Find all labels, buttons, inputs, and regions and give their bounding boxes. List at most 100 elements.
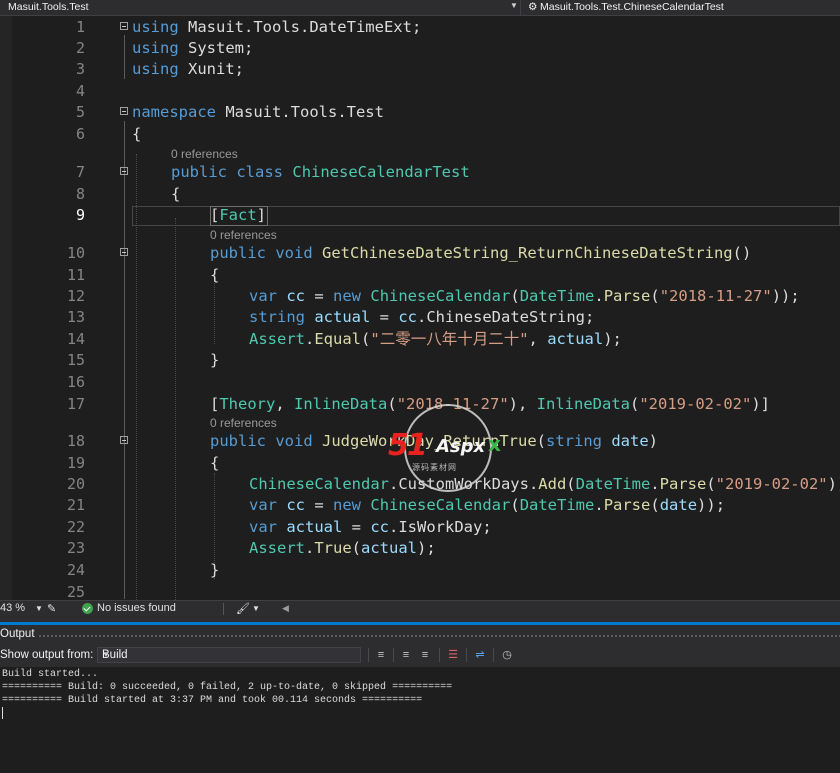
line-number: 22 xyxy=(66,518,85,536)
brush-icon[interactable]: ✎ xyxy=(47,602,56,615)
code-line: 4 xyxy=(12,81,840,102)
clock-icon[interactable]: ◷ xyxy=(500,648,514,662)
line-number: 14 xyxy=(66,330,85,348)
line-number: 6 xyxy=(75,125,85,143)
separator xyxy=(466,648,467,662)
code-text: { xyxy=(210,454,220,472)
line-number: 16 xyxy=(66,373,85,391)
line-number: 17 xyxy=(66,395,85,413)
output-title: Output xyxy=(0,628,35,640)
codelens-references[interactable]: 0 references xyxy=(171,146,238,162)
word-wrap-icon[interactable]: ⇌ xyxy=(473,648,487,662)
collapse-icon[interactable] xyxy=(120,107,128,115)
issues-status[interactable]: No issues found xyxy=(97,602,176,614)
code-line: 21 var cc = new ChineseCalendar(DateTime… xyxy=(12,495,840,516)
code-text: { xyxy=(171,185,181,203)
code-line: 23 Assert.True(actual); xyxy=(12,538,840,559)
code-text: var cc = new ChineseCalendar(DateTime.Pa… xyxy=(249,496,726,514)
code-text: string actual = cc.ChineseDateString; xyxy=(249,308,595,326)
code-line: 25 xyxy=(12,582,840,600)
watermark-logo: 51 Aspx x 源码素材网 xyxy=(388,404,510,496)
code-editor[interactable]: 1 using Masuit.Tools.DateTimeExt; 2 usin… xyxy=(12,16,840,600)
output-text-area[interactable]: Build started... ========== Build: 0 suc… xyxy=(0,667,840,773)
output-source-select[interactable]: Build ▼ xyxy=(97,647,361,663)
codelens-references[interactable]: 0 references xyxy=(210,415,277,431)
line-number: 19 xyxy=(66,454,85,472)
code-line: 15 } xyxy=(12,350,840,371)
editor-status-bar: 43 % ▼ ✎ No issues found 🖌 ▼ ◀ xyxy=(0,600,840,617)
previous-message-icon[interactable]: ≡ xyxy=(399,648,413,662)
output-line: ========== Build: 0 succeeded, 0 failed,… xyxy=(2,682,453,693)
zoom-level[interactable]: 43 % xyxy=(0,602,25,614)
line-number: 9 xyxy=(75,206,85,224)
check-circle-icon xyxy=(82,603,93,614)
code-line: 14 Assert.Equal("二零一八年十月二十", actual); xyxy=(12,329,840,350)
text-caret xyxy=(2,707,3,719)
code-line: 8 { xyxy=(12,184,840,205)
code-line: 16 xyxy=(12,372,840,393)
output-line: ========== Build started at 3:37 PM and … xyxy=(2,695,423,706)
find-message-icon[interactable]: ≡ xyxy=(374,648,388,662)
code-text: using Xunit; xyxy=(132,60,244,78)
collapse-icon[interactable] xyxy=(120,22,128,30)
chevron-down-icon[interactable]: ▼ xyxy=(252,604,260,613)
panel-splitter[interactable] xyxy=(0,617,840,625)
line-number: 4 xyxy=(75,82,85,100)
line-number: 10 xyxy=(66,244,85,262)
separator xyxy=(368,648,369,662)
codelens-references[interactable]: 0 references xyxy=(210,227,277,243)
output-line: Build started... xyxy=(2,669,99,680)
code-text: public class ChineseCalendarTest xyxy=(171,163,470,181)
navigation-bar: Masuit.Tools.Test ▼ ⚙ Masuit.Tools.Test.… xyxy=(0,0,840,16)
code-text: var cc = new ChineseCalendar(DateTime.Pa… xyxy=(249,287,800,305)
class-dropdown[interactable]: Masuit.Tools.Test.ChineseCalendarTest xyxy=(540,1,724,13)
line-number: 11 xyxy=(66,266,85,284)
code-text: Assert.Equal("二零一八年十月二十", actual); xyxy=(249,330,622,348)
clear-all-icon[interactable]: ☰ xyxy=(446,648,460,662)
line-number: 20 xyxy=(66,475,85,493)
separator xyxy=(493,648,494,662)
watermark-brand: Aspx xyxy=(436,436,486,457)
show-output-label: Show output from: xyxy=(0,649,94,661)
code-line: 5 namespace Masuit.Tools.Test xyxy=(12,102,840,123)
project-dropdown[interactable]: Masuit.Tools.Test ▼ xyxy=(0,0,521,15)
code-text: namespace Masuit.Tools.Test xyxy=(132,103,384,121)
collapse-icon[interactable] xyxy=(120,436,128,444)
code-line: 6 { xyxy=(12,124,840,145)
editor-margin xyxy=(0,16,12,600)
code-text: } xyxy=(210,351,220,369)
chevron-down-icon[interactable]: ▼ xyxy=(35,604,43,613)
line-number: 13 xyxy=(66,308,85,326)
watermark-number: 51 xyxy=(388,428,428,463)
output-toolbar: Show output from: Build ▼ ≡ ≡ ≡ ☰ ⇌ ◷ xyxy=(0,645,840,667)
line-number: 7 xyxy=(75,163,85,181)
watermark-x: x xyxy=(488,432,501,456)
separator xyxy=(439,648,440,662)
scroll-left-icon[interactable]: ◀ xyxy=(282,603,289,614)
panel-grip[interactable] xyxy=(38,634,840,638)
line-number: 21 xyxy=(66,496,85,514)
line-number: 1 xyxy=(75,18,85,36)
class-icon: ⚙ xyxy=(528,1,538,13)
code-text: Assert.True(actual); xyxy=(249,539,436,557)
collapse-icon[interactable] xyxy=(120,248,128,256)
code-line: 10 public void GetChineseDateString_Retu… xyxy=(12,243,840,264)
separator xyxy=(393,648,394,662)
code-line: 9 [Fact] xyxy=(12,205,840,226)
collapse-icon[interactable] xyxy=(120,167,128,175)
code-line: 7 public class ChineseCalendarTest xyxy=(12,162,840,183)
line-number: 24 xyxy=(66,561,85,579)
line-number: 23 xyxy=(66,539,85,557)
line-number: 8 xyxy=(75,185,85,203)
line-number: 5 xyxy=(75,103,85,121)
line-number: 12 xyxy=(66,287,85,305)
next-message-icon[interactable]: ≡ xyxy=(418,648,432,662)
code-cleanup-icon[interactable]: 🖌 xyxy=(236,602,250,615)
code-line: 1 using Masuit.Tools.DateTimeExt; xyxy=(12,17,840,38)
separator xyxy=(223,603,224,615)
code-text: [Fact] xyxy=(210,206,267,224)
watermark-subtitle: 源码素材网 xyxy=(412,463,457,472)
code-text: { xyxy=(132,125,142,143)
code-text: public void GetChineseDateString_ReturnC… xyxy=(210,244,752,262)
line-number: 25 xyxy=(66,583,85,600)
